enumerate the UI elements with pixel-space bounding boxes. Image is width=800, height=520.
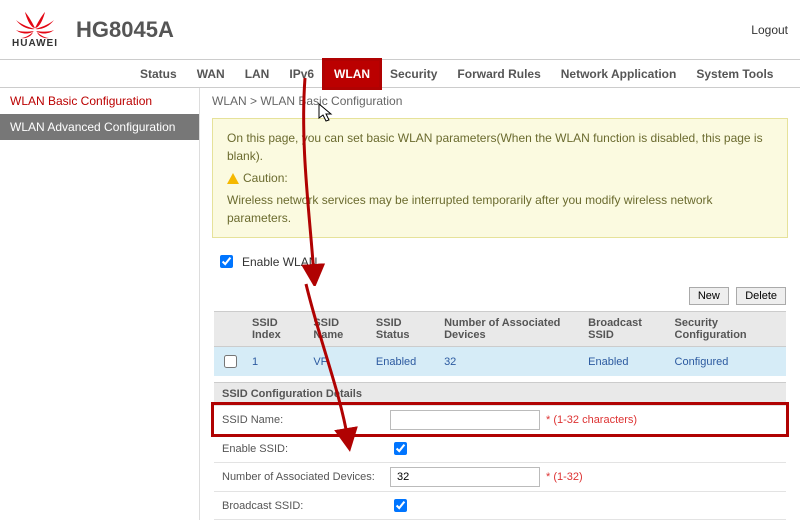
- row-broadcast: Broadcast SSID:: [214, 491, 786, 519]
- enable-ssid-checkbox[interactable]: [394, 442, 407, 455]
- table-header-row: SSID Index SSID Name SSID Status Number …: [214, 312, 786, 347]
- nav-systools[interactable]: System Tools: [686, 60, 783, 88]
- th-num-assoc: Number of Associated Devices: [438, 312, 582, 347]
- ssid-table: SSID Index SSID Name SSID Status Number …: [214, 311, 786, 376]
- ssid-config-subhead: SSID Configuration Details: [214, 382, 786, 405]
- th-security: Security Configuration: [669, 312, 786, 347]
- nav-security[interactable]: Security: [380, 60, 447, 88]
- th-ssid-status: SSID Status: [370, 312, 438, 347]
- nav-netapp[interactable]: Network Application: [551, 60, 687, 88]
- sidebar: WLAN Basic Configuration WLAN Advanced C…: [0, 88, 200, 520]
- row-ssid-name: SSID Name: * (1-32 characters): [214, 405, 786, 434]
- logout-link[interactable]: Logout: [751, 23, 788, 37]
- enable-ssid-label: Enable SSID:: [214, 437, 384, 461]
- th-ssid-index: SSID Index: [246, 312, 307, 347]
- delete-button[interactable]: Delete: [736, 287, 786, 305]
- enable-wlan-checkbox[interactable]: [220, 255, 233, 268]
- nav-forward[interactable]: Forward Rules: [447, 60, 550, 88]
- nav-wlan[interactable]: WLAN: [324, 60, 380, 88]
- cell-assoc: 32: [438, 347, 582, 377]
- breadcrumb: WLAN > WLAN Basic Configuration: [200, 88, 800, 114]
- ssid-name-label: SSID Name:: [214, 408, 384, 432]
- nav-lan[interactable]: LAN: [235, 60, 280, 88]
- model-title: HG8045A: [76, 17, 174, 43]
- ssid-name-hint: * (1-32 characters): [546, 414, 637, 426]
- th-ssid-name: SSID Name: [307, 312, 370, 347]
- num-assoc-label: Number of Associated Devices:: [214, 465, 384, 489]
- sidebar-wlan-basic[interactable]: WLAN Basic Configuration: [0, 88, 199, 114]
- ssid-form: SSID Name: * (1-32 characters) Enable SS…: [214, 405, 786, 520]
- broadcast-label: Broadcast SSID:: [214, 494, 384, 518]
- table-row[interactable]: 1 VF Enabled 32 Enabled Configured: [214, 347, 786, 377]
- caution-label: Caution:: [243, 169, 288, 187]
- info-line2: Wireless network services may be interru…: [227, 191, 773, 227]
- brand-text: HUAWEI: [12, 38, 58, 49]
- sidebar-wlan-advanced[interactable]: WLAN Advanced Configuration: [0, 114, 199, 140]
- huawei-logo: HUAWEI: [12, 10, 58, 49]
- num-assoc-input[interactable]: [390, 467, 540, 487]
- enable-wlan-label: Enable WLAN: [242, 255, 317, 269]
- cell-broadcast: Enabled: [582, 347, 668, 377]
- cell-ssid-status: Enabled: [370, 347, 438, 377]
- content: WLAN > WLAN Basic Configuration On this …: [200, 88, 800, 520]
- num-assoc-hint: * (1-32): [546, 471, 583, 483]
- row-enable-ssid: Enable SSID:: [214, 434, 786, 462]
- new-button[interactable]: New: [689, 287, 729, 305]
- huawei-logo-icon: [13, 10, 57, 40]
- ssid-name-input[interactable]: [390, 410, 540, 430]
- cell-ssid-index: 1: [246, 347, 307, 377]
- nav-ipv6[interactable]: IPv6: [279, 60, 324, 88]
- row-num-assoc: Number of Associated Devices: * (1-32): [214, 462, 786, 491]
- nav-wan[interactable]: WAN: [187, 60, 235, 88]
- nav-status[interactable]: Status: [130, 60, 187, 88]
- broadcast-checkbox[interactable]: [394, 499, 407, 512]
- cell-security: Configured: [669, 347, 786, 377]
- warning-icon: [227, 173, 239, 184]
- main-wrap: WLAN Basic Configuration WLAN Advanced C…: [0, 88, 800, 520]
- header: HUAWEI HG8045A Logout: [0, 0, 800, 60]
- info-box: On this page, you can set basic WLAN par…: [212, 118, 788, 238]
- th-broadcast: Broadcast SSID: [582, 312, 668, 347]
- cell-ssid-name: VF: [307, 347, 370, 377]
- info-line1: On this page, you can set basic WLAN par…: [227, 129, 773, 165]
- top-nav: Status WAN LAN IPv6 WLAN Security Forwar…: [0, 60, 800, 88]
- row-select-checkbox[interactable]: [224, 355, 237, 368]
